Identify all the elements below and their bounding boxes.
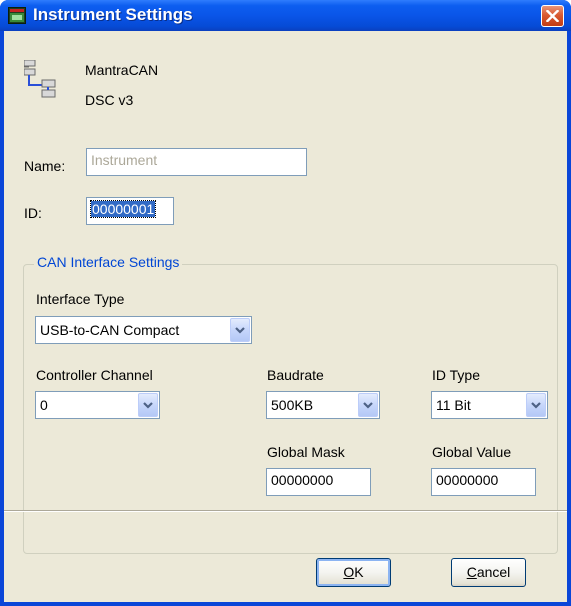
controller-channel-label: Controller Channel [36,367,153,383]
id-label: ID: [24,205,42,221]
id-type-label: ID Type [432,367,480,383]
device-name: MantraCAN [85,62,159,78]
instrument-icon [8,7,26,24]
id-type-dropdown-button[interactable] [526,393,546,417]
global-mask-label: Global Mask [267,444,345,460]
interface-type-label: Interface Type [36,291,125,307]
id-type-value: 11 Bit [436,397,471,413]
close-button[interactable] [541,5,564,27]
baudrate-label: Baudrate [267,367,324,383]
controller-channel-select[interactable]: 0 [35,391,160,419]
ok-button-mnemonic: O [343,564,355,580]
controller-channel-dropdown-button[interactable] [138,393,158,417]
id-type-select[interactable]: 11 Bit [431,391,548,419]
name-field[interactable]: Instrument [86,148,307,176]
global-mask-field[interactable]: 00000000 [266,468,371,496]
window-title: Instrument Settings [33,5,193,24]
dialog-body: MantraCAN DSC v3 Name: Instrument ID: 00… [4,31,567,602]
global-value-label: Global Value [432,444,512,460]
name-label: Name: [24,158,66,174]
footer-separator [4,510,567,512]
chevron-down-icon [143,402,153,409]
interface-type-value: USB-to-CAN Compact [40,322,180,338]
id-field[interactable]: 00000001 [86,197,174,225]
baudrate-dropdown-button[interactable] [358,393,378,417]
chevron-down-icon [363,402,373,409]
device-version: DSC v3 [85,92,134,108]
controller-channel-value: 0 [40,397,48,413]
baudrate-value: 500KB [271,397,314,413]
cancel-button-mnemonic: C [466,564,477,580]
chevron-down-icon [531,402,541,409]
chevron-down-icon [235,327,245,334]
id-field-value: 00000001 [89,200,157,218]
ok-button[interactable]: OK [316,558,391,587]
ok-button-label: K [354,564,364,580]
baudrate-select[interactable]: 500KB [266,391,380,419]
can-interface-group-title: CAN Interface Settings [34,254,183,270]
network-tree-icon [24,60,56,98]
cancel-button[interactable]: Cancel [451,558,526,587]
interface-type-dropdown-button[interactable] [230,318,250,342]
interface-type-select[interactable]: USB-to-CAN Compact [35,316,252,344]
title-bar[interactable]: Instrument Settings [0,0,571,31]
dialog-window: Instrument Settings MantraCAN DSC v3 Nam… [0,0,571,606]
cancel-button-label: ancel [476,564,511,580]
global-value-field[interactable]: 00000000 [431,468,536,496]
close-icon [546,10,559,22]
